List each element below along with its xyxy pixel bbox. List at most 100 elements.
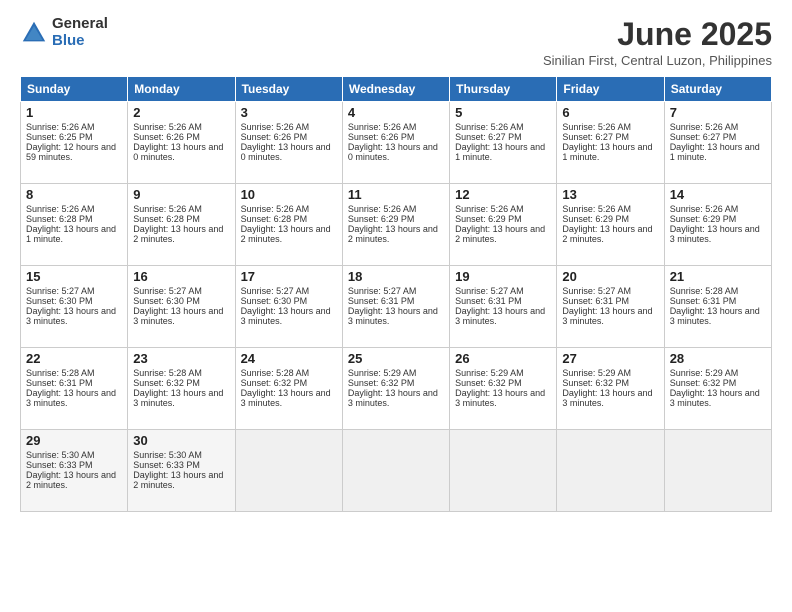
sunrise: Sunrise: 5:26 AM	[670, 122, 739, 132]
sunrise: Sunrise: 5:27 AM	[133, 286, 202, 296]
col-wednesday: Wednesday	[342, 77, 449, 102]
logo: General Blue	[20, 16, 108, 49]
sunrise: Sunrise: 5:26 AM	[133, 122, 202, 132]
day-29: 29 Sunrise: 5:30 AM Sunset: 6:33 PM Dayl…	[21, 430, 128, 512]
day-23: 23 Sunrise: 5:28 AM Sunset: 6:32 PM Dayl…	[128, 348, 235, 430]
daylight: Daylight: 12 hours and 59 minutes.	[26, 142, 116, 162]
sunrise: Sunrise: 5:28 AM	[241, 368, 310, 378]
day-number: 12	[455, 187, 551, 202]
sunset: Sunset: 6:27 PM	[455, 132, 522, 142]
sunrise: Sunrise: 5:26 AM	[455, 204, 524, 214]
day-number: 21	[670, 269, 766, 284]
sunset: Sunset: 6:29 PM	[670, 214, 737, 224]
day-5: 5 Sunrise: 5:26 AM Sunset: 6:27 PM Dayli…	[450, 102, 557, 184]
sunrise: Sunrise: 5:26 AM	[26, 204, 95, 214]
daylight: Daylight: 13 hours and 3 minutes.	[241, 306, 331, 326]
empty-cell	[450, 430, 557, 512]
day-4: 4 Sunrise: 5:26 AM Sunset: 6:26 PM Dayli…	[342, 102, 449, 184]
daylight: Daylight: 13 hours and 1 minute.	[562, 142, 652, 162]
sunset: Sunset: 6:26 PM	[348, 132, 415, 142]
daylight: Daylight: 13 hours and 3 minutes.	[133, 388, 223, 408]
sunset: Sunset: 6:32 PM	[241, 378, 308, 388]
day-13: 13 Sunrise: 5:26 AM Sunset: 6:29 PM Dayl…	[557, 184, 664, 266]
sunrise: Sunrise: 5:28 AM	[670, 286, 739, 296]
sunrise: Sunrise: 5:27 AM	[26, 286, 95, 296]
daylight: Daylight: 13 hours and 3 minutes.	[562, 388, 652, 408]
daylight: Daylight: 13 hours and 1 minute.	[26, 224, 116, 244]
sunset: Sunset: 6:29 PM	[348, 214, 415, 224]
sunset: Sunset: 6:28 PM	[26, 214, 93, 224]
empty-cell	[664, 430, 771, 512]
sunrise: Sunrise: 5:26 AM	[133, 204, 202, 214]
sunrise: Sunrise: 5:27 AM	[241, 286, 310, 296]
day-number: 13	[562, 187, 658, 202]
sunset: Sunset: 6:30 PM	[26, 296, 93, 306]
sunset: Sunset: 6:31 PM	[562, 296, 629, 306]
sunset: Sunset: 6:32 PM	[670, 378, 737, 388]
sunrise: Sunrise: 5:26 AM	[562, 204, 631, 214]
daylight: Daylight: 13 hours and 3 minutes.	[670, 224, 760, 244]
col-monday: Monday	[128, 77, 235, 102]
day-number: 22	[26, 351, 122, 366]
header-row: Sunday Monday Tuesday Wednesday Thursday…	[21, 77, 772, 102]
sunset: Sunset: 6:29 PM	[562, 214, 629, 224]
subtitle: Sinilian First, Central Luzon, Philippin…	[543, 53, 772, 68]
sunset: Sunset: 6:29 PM	[455, 214, 522, 224]
logo-general: General	[52, 16, 108, 33]
month-title: June 2025	[543, 16, 772, 53]
sunrise: Sunrise: 5:30 AM	[26, 450, 95, 460]
day-28: 28 Sunrise: 5:29 AM Sunset: 6:32 PM Dayl…	[664, 348, 771, 430]
sunset: Sunset: 6:32 PM	[455, 378, 522, 388]
day-number: 23	[133, 351, 229, 366]
page: General Blue June 2025 Sinilian First, C…	[0, 0, 792, 612]
day-19: 19 Sunrise: 5:27 AM Sunset: 6:31 PM Dayl…	[450, 266, 557, 348]
sunset: Sunset: 6:26 PM	[133, 132, 200, 142]
day-number: 6	[562, 105, 658, 120]
calendar: Sunday Monday Tuesday Wednesday Thursday…	[20, 76, 772, 512]
daylight: Daylight: 13 hours and 3 minutes.	[133, 306, 223, 326]
day-number: 7	[670, 105, 766, 120]
day-16: 16 Sunrise: 5:27 AM Sunset: 6:30 PM Dayl…	[128, 266, 235, 348]
week-5: 29 Sunrise: 5:30 AM Sunset: 6:33 PM Dayl…	[21, 430, 772, 512]
day-number: 10	[241, 187, 337, 202]
sunset: Sunset: 6:33 PM	[26, 460, 93, 470]
col-tuesday: Tuesday	[235, 77, 342, 102]
week-4: 22 Sunrise: 5:28 AM Sunset: 6:31 PM Dayl…	[21, 348, 772, 430]
sunrise: Sunrise: 5:29 AM	[348, 368, 417, 378]
day-number: 27	[562, 351, 658, 366]
sunset: Sunset: 6:32 PM	[562, 378, 629, 388]
daylight: Daylight: 13 hours and 1 minute.	[455, 142, 545, 162]
day-number: 8	[26, 187, 122, 202]
day-2: 2 Sunrise: 5:26 AM Sunset: 6:26 PM Dayli…	[128, 102, 235, 184]
sunrise: Sunrise: 5:29 AM	[562, 368, 631, 378]
day-21: 21 Sunrise: 5:28 AM Sunset: 6:31 PM Dayl…	[664, 266, 771, 348]
sunset: Sunset: 6:33 PM	[133, 460, 200, 470]
sunrise: Sunrise: 5:27 AM	[562, 286, 631, 296]
sunset: Sunset: 6:32 PM	[133, 378, 200, 388]
day-8: 8 Sunrise: 5:26 AM Sunset: 6:28 PM Dayli…	[21, 184, 128, 266]
daylight: Daylight: 13 hours and 2 minutes.	[241, 224, 331, 244]
sunrise: Sunrise: 5:26 AM	[241, 204, 310, 214]
header: General Blue June 2025 Sinilian First, C…	[20, 16, 772, 68]
daylight: Daylight: 13 hours and 0 minutes.	[133, 142, 223, 162]
logo-blue: Blue	[52, 33, 108, 50]
sunset: Sunset: 6:28 PM	[241, 214, 308, 224]
day-number: 25	[348, 351, 444, 366]
sunset: Sunset: 6:32 PM	[348, 378, 415, 388]
day-18: 18 Sunrise: 5:27 AM Sunset: 6:31 PM Dayl…	[342, 266, 449, 348]
day-14: 14 Sunrise: 5:26 AM Sunset: 6:29 PM Dayl…	[664, 184, 771, 266]
logo-text: General Blue	[52, 16, 108, 49]
col-friday: Friday	[557, 77, 664, 102]
day-25: 25 Sunrise: 5:29 AM Sunset: 6:32 PM Dayl…	[342, 348, 449, 430]
sunrise: Sunrise: 5:26 AM	[241, 122, 310, 132]
col-thursday: Thursday	[450, 77, 557, 102]
sunset: Sunset: 6:31 PM	[455, 296, 522, 306]
col-saturday: Saturday	[664, 77, 771, 102]
day-number: 1	[26, 105, 122, 120]
sunrise: Sunrise: 5:26 AM	[562, 122, 631, 132]
sunrise: Sunrise: 5:26 AM	[348, 122, 417, 132]
daylight: Daylight: 13 hours and 2 minutes.	[455, 224, 545, 244]
day-number: 19	[455, 269, 551, 284]
day-number: 29	[26, 433, 122, 448]
empty-cell	[235, 430, 342, 512]
